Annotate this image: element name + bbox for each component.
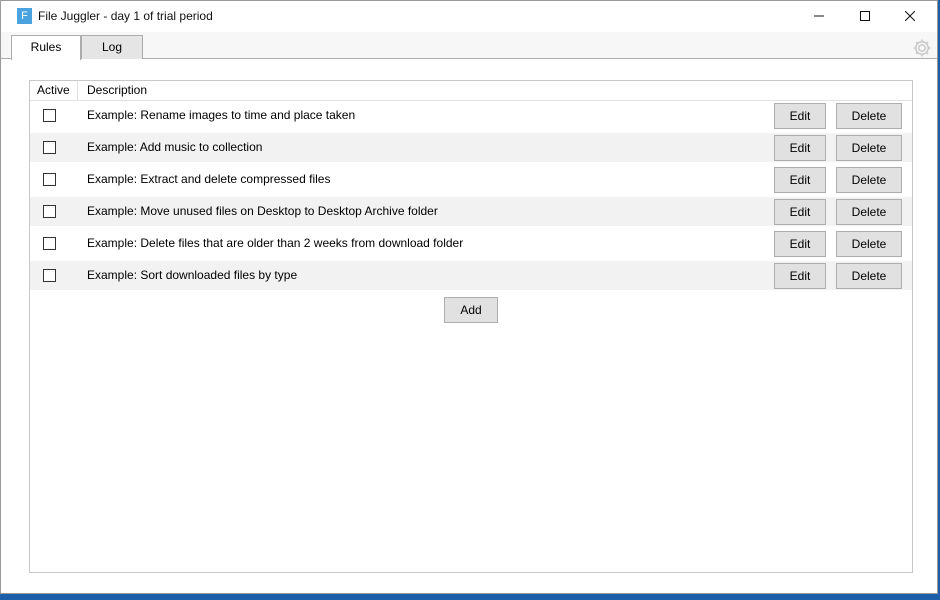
table-row: Example: Extract and delete compressed f… <box>30 165 912 194</box>
table-row: Example: Add music to collection Edit De… <box>30 133 912 162</box>
column-header-active[interactable]: Active <box>30 81 78 100</box>
rule-description: Example: Move unused files on Desktop to… <box>87 204 438 218</box>
delete-button[interactable]: Delete <box>836 167 902 193</box>
close-icon <box>905 11 915 21</box>
rule-description: Example: Rename images to time and place… <box>87 108 356 122</box>
tab-log[interactable]: Log <box>81 35 143 59</box>
rule-description: Example: Extract and delete compressed f… <box>87 172 331 186</box>
active-checkbox[interactable] <box>43 269 56 282</box>
table-row: Example: Sort downloaded files by type E… <box>30 261 912 290</box>
active-checkbox[interactable] <box>43 237 56 250</box>
tab-strip: Rules Log <box>1 32 937 60</box>
edit-button[interactable]: Edit <box>774 231 826 257</box>
title-bar[interactable]: F File Juggler - day 1 of trial period <box>1 1 937 32</box>
rule-description: Example: Delete files that are older tha… <box>87 236 464 250</box>
gear-icon <box>913 39 931 57</box>
rule-description: Example: Add music to collection <box>87 140 263 154</box>
edit-button[interactable]: Edit <box>774 103 826 129</box>
minimize-button[interactable] <box>796 1 842 31</box>
table-header: Active Description <box>30 81 912 101</box>
edit-button[interactable]: Edit <box>774 135 826 161</box>
close-button[interactable] <box>887 1 933 31</box>
app-window: F File Juggler - day 1 of trial period R… <box>0 0 938 594</box>
delete-button[interactable]: Delete <box>836 135 902 161</box>
table-row: Example: Delete files that are older tha… <box>30 229 912 258</box>
tab-rules[interactable]: Rules <box>11 35 81 60</box>
edit-button[interactable]: Edit <box>774 167 826 193</box>
delete-button[interactable]: Delete <box>836 231 902 257</box>
edit-button[interactable]: Edit <box>774 199 826 225</box>
edit-button[interactable]: Edit <box>774 263 826 289</box>
active-checkbox[interactable] <box>43 109 56 122</box>
maximize-icon <box>860 11 870 21</box>
delete-button[interactable]: Delete <box>836 199 902 225</box>
delete-button[interactable]: Delete <box>836 263 902 289</box>
settings-button[interactable] <box>911 37 933 59</box>
maximize-button[interactable] <box>842 1 888 31</box>
add-rule-button[interactable]: Add <box>444 297 498 323</box>
app-logo-icon: F <box>17 8 32 24</box>
minimize-icon <box>814 15 824 17</box>
delete-button[interactable]: Delete <box>836 103 902 129</box>
window-title: File Juggler - day 1 of trial period <box>38 9 213 23</box>
rule-description: Example: Sort downloaded files by type <box>87 268 298 282</box>
table-row: Example: Move unused files on Desktop to… <box>30 197 912 226</box>
active-checkbox[interactable] <box>43 173 56 186</box>
active-checkbox[interactable] <box>43 141 56 154</box>
rules-panel: Active Description Example: Rename image… <box>29 80 913 573</box>
active-checkbox[interactable] <box>43 205 56 218</box>
column-header-description[interactable]: Description <box>87 81 147 100</box>
table-row: Example: Rename images to time and place… <box>30 101 912 130</box>
